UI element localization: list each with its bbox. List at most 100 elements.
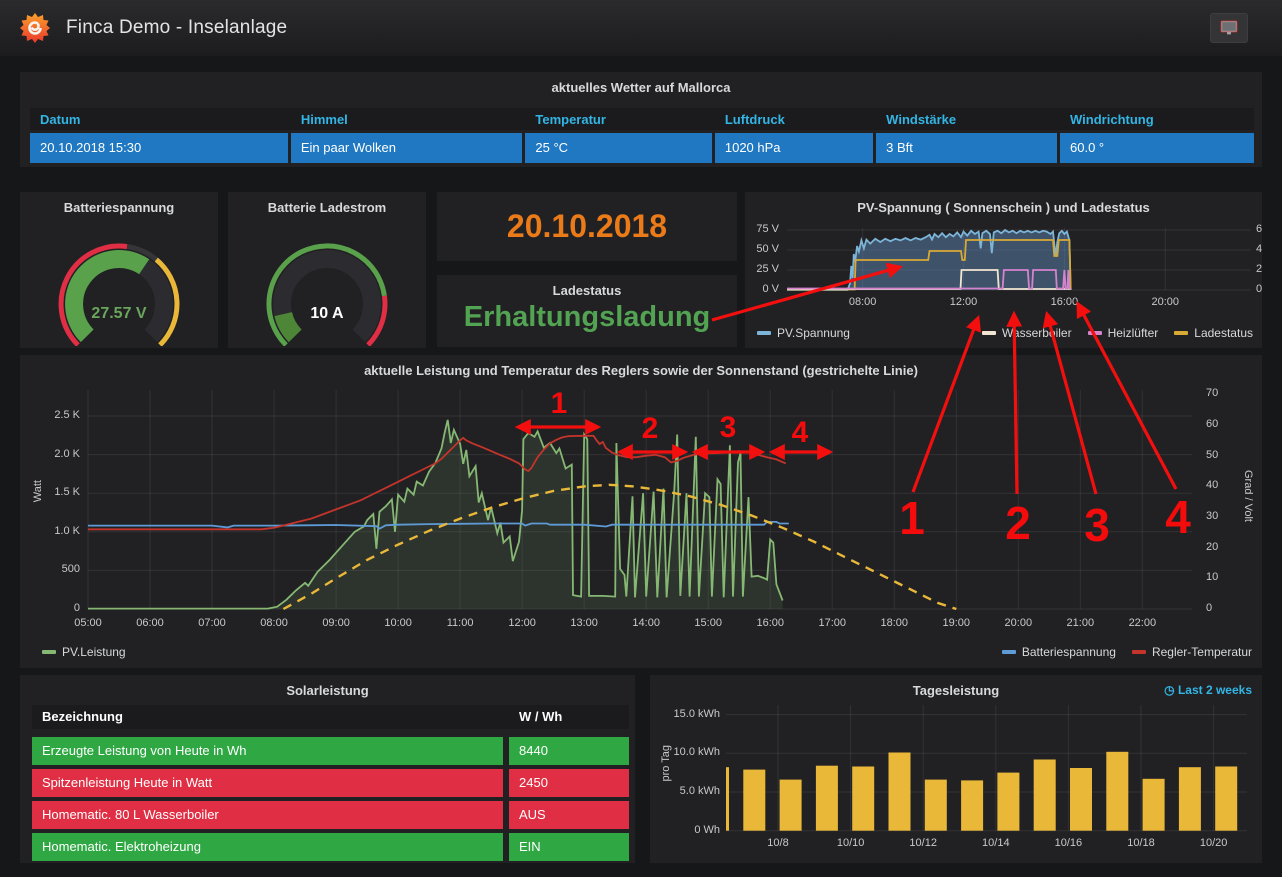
svg-text:10 A: 10 A	[310, 305, 344, 322]
kiosk-mode-button[interactable]	[1210, 13, 1248, 43]
y-axis-tick-right: 30	[1206, 510, 1218, 522]
battery-current-gauge: 10 A	[228, 218, 426, 346]
grafana-logo-icon[interactable]	[18, 11, 52, 45]
annotation-number-1: 1	[551, 387, 568, 421]
solar-row-erzeugte-leistung-von-heute-in-wh: Erzeugte Leistung von Heute in Wh8440	[32, 737, 629, 765]
main-chart-panel: aktuelle Leistung und Temperatur des Reg…	[20, 355, 1262, 668]
legend-swatch-wasserboiler	[982, 331, 996, 335]
y-axis-tick: 0	[20, 602, 80, 614]
main-legend-left: PV.Leistung	[42, 645, 126, 659]
x-axis-tick: 10:00	[384, 617, 412, 629]
y-axis-tick: 50 V	[745, 243, 779, 255]
weather-cell-luftdruck: 1020 hPa	[715, 133, 873, 163]
annotation-number-2: 2	[642, 412, 659, 446]
solar-table-header: BezeichnungW / Wh	[32, 705, 629, 729]
legend-label: Wasserboiler	[1002, 326, 1072, 340]
weather-cell-windst-rke: 3 Bft	[876, 133, 1057, 163]
panel-title[interactable]: Solarleistung	[20, 675, 635, 698]
y-axis-tick: 15.0 kWh	[650, 708, 720, 720]
y-axis-tick-right: 50	[1206, 449, 1218, 461]
solar-row-value: EIN	[509, 833, 629, 861]
y-axis-tick-right: 0	[1206, 602, 1212, 614]
panel-title[interactable]: aktuelles Wetter auf Mallorca	[20, 72, 1262, 95]
grafana-dashboard: Finca Demo - Inselanlage aktuelles Wette…	[0, 0, 1282, 877]
pointer-number-4: 4	[1165, 490, 1191, 544]
legend-swatch-batteriespannung	[1002, 650, 1016, 654]
legend-label: Batteriespannung	[1022, 645, 1116, 659]
solar-row-label: Homematic. 80 L Wasserboiler	[32, 801, 503, 829]
svg-text:27.57 V: 27.57 V	[91, 305, 146, 322]
x-axis-tick: 21:00	[1067, 617, 1095, 629]
legend-label: Heizlüfter	[1108, 326, 1159, 340]
x-axis-tick: 16:00	[756, 617, 784, 629]
pv-legend-right: Wasserboiler Heizlüfter Ladestatus	[982, 326, 1253, 340]
solar-col-bezeichnung: Bezeichnung	[32, 705, 503, 729]
x-axis-tick: 12:00	[950, 296, 978, 308]
legend-label: Ladestatus	[1194, 326, 1253, 340]
solar-col-w-wh: W / Wh	[509, 705, 629, 729]
solar-row-spitzenleistung-heute-in-watt: Spitzenleistung Heute in Watt2450	[32, 769, 629, 797]
legend-item-batteriespannung[interactable]: Batteriespannung	[1002, 645, 1116, 659]
panel-title[interactable]: Batteriespannung	[20, 192, 218, 215]
weather-cell-windrichtung: 60.0 °	[1060, 133, 1254, 163]
legend-swatch-ladestatus	[1174, 331, 1188, 335]
y-axis-tick: 0 Wh	[650, 824, 720, 836]
legend-swatch-heizl-fter	[1088, 331, 1102, 335]
daily-bar-chart	[650, 675, 1262, 863]
monitor-icon	[1220, 20, 1238, 36]
x-axis-tick: 15:00	[694, 617, 722, 629]
weather-cell-temperatur: 25 °C	[525, 133, 711, 163]
x-axis-tick: 06:00	[136, 617, 164, 629]
legend-item-pv-spannung[interactable]: PV.Spannung	[757, 326, 850, 340]
legend-item-wasserboiler[interactable]: Wasserboiler	[982, 326, 1072, 340]
annotation-number-3: 3	[720, 411, 737, 445]
legend-item-pv-leistung[interactable]: PV.Leistung	[42, 645, 126, 659]
x-axis-tick: 13:00	[570, 617, 598, 629]
pointer-number-2: 2	[1005, 496, 1031, 550]
y-axis-tick-right: 4	[1256, 243, 1262, 255]
charge-status-panel: Ladestatus Erhaltungsladung	[437, 275, 737, 347]
y-axis-tick-right: 70	[1206, 387, 1218, 399]
y-axis-tick: 2.5 K	[20, 409, 80, 421]
x-axis-tick: 10/12	[909, 837, 937, 849]
y-axis-tick: 500	[20, 563, 80, 575]
y-axis-tick: 10.0 kWh	[650, 746, 720, 758]
pv-voltage-chart	[745, 192, 1262, 348]
y-axis-tick-right: 6	[1256, 223, 1262, 235]
x-axis-tick: 07:00	[198, 617, 226, 629]
annotation-number-4: 4	[792, 416, 809, 450]
y-axis-tick: 0 V	[745, 283, 779, 295]
panel-title[interactable]: Ladestatus	[437, 275, 737, 298]
charge-status-value: Erhaltungsladung	[437, 301, 737, 334]
y-axis-tick-right: 2	[1256, 263, 1262, 275]
right-axis-unit-label: Grad / Volt	[1242, 470, 1254, 522]
solar-row-homematic-elektroheizung: Homematic. ElektroheizungEIN	[32, 833, 629, 861]
x-axis-tick: 08:00	[849, 296, 877, 308]
x-axis-tick: 08:00	[260, 617, 288, 629]
navbar: Finca Demo - Inselanlage	[0, 0, 1282, 56]
solar-row-value: 8440	[509, 737, 629, 765]
weather-col-datum: Datum	[30, 108, 288, 130]
weather-col-windrichtung: Windrichtung	[1060, 108, 1254, 130]
battery-current-panel: Batterie Ladestrom 10 A	[228, 192, 426, 348]
solar-row-value: 2450	[509, 769, 629, 797]
x-axis-tick: 17:00	[818, 617, 846, 629]
x-axis-tick: 10/10	[837, 837, 865, 849]
legend-swatch-pv-leistung	[42, 650, 56, 654]
x-axis-tick: 18:00	[880, 617, 908, 629]
x-axis-tick: 10/8	[767, 837, 788, 849]
y-axis-tick-right: 20	[1206, 541, 1218, 553]
legend-item-heizl-fter[interactable]: Heizlüfter	[1088, 326, 1159, 340]
weather-col-temperatur: Temperatur	[525, 108, 711, 130]
y-axis-tick: 1.0 K	[20, 525, 80, 537]
weather-cell-datum: 20.10.2018 15:30	[30, 133, 288, 163]
legend-label: PV.Spannung	[777, 326, 850, 340]
x-axis-tick: 10/16	[1055, 837, 1083, 849]
x-axis-tick: 10/18	[1127, 837, 1155, 849]
panel-title[interactable]: Batterie Ladestrom	[228, 192, 426, 215]
solar-row-label: Spitzenleistung Heute in Watt	[32, 769, 503, 797]
legend-item-ladestatus[interactable]: Ladestatus	[1174, 326, 1253, 340]
y-axis-tick: 5.0 kWh	[650, 785, 720, 797]
legend-item-regler-temperatur[interactable]: Regler-Temperatur	[1132, 645, 1252, 659]
x-axis-tick: 14:00	[632, 617, 660, 629]
